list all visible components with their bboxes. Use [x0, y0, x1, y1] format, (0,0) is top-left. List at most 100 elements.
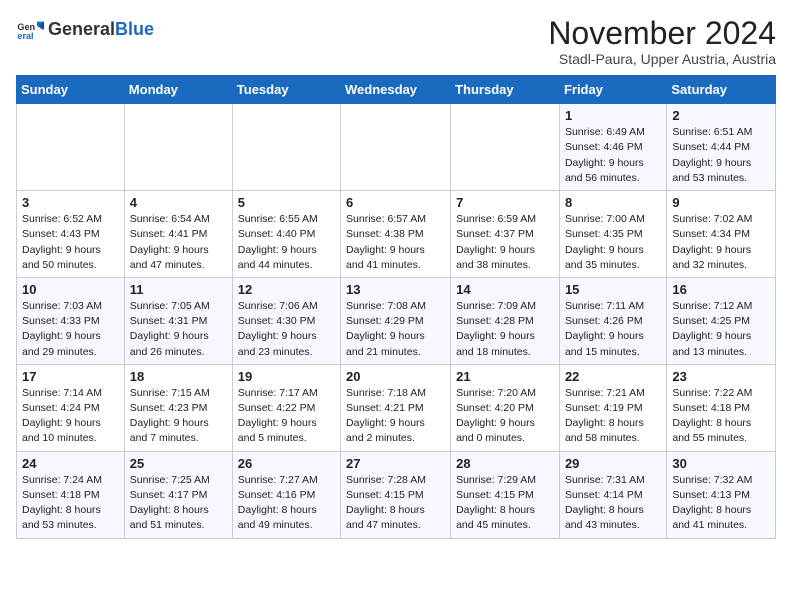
day-number: 10: [22, 282, 119, 297]
calendar-day-cell: 28 Sunrise: 7:29 AM Sunset: 4:15 PM Dayli…: [451, 451, 560, 538]
calendar-day-cell: 11 Sunrise: 7:05 AM Sunset: 4:31 PM Dayli…: [124, 277, 232, 364]
calendar-day-cell: [124, 104, 232, 191]
day-number: 3: [22, 195, 119, 210]
day-number: 13: [346, 282, 445, 297]
calendar-day-cell: 21 Sunrise: 7:20 AM Sunset: 4:20 PM Dayli…: [451, 364, 560, 451]
day-number: 7: [456, 195, 554, 210]
day-of-week-header: Saturday: [667, 76, 776, 104]
day-info: Sunrise: 7:22 AM Sunset: 4:18 PM Dayligh…: [672, 386, 770, 447]
day-info: Sunrise: 7:08 AM Sunset: 4:29 PM Dayligh…: [346, 299, 445, 360]
day-info: Sunrise: 7:32 AM Sunset: 4:13 PM Dayligh…: [672, 473, 770, 534]
day-info: Sunrise: 6:51 AM Sunset: 4:44 PM Dayligh…: [672, 125, 770, 186]
day-info: Sunrise: 6:52 AM Sunset: 4:43 PM Dayligh…: [22, 212, 119, 273]
day-info: Sunrise: 7:03 AM Sunset: 4:33 PM Dayligh…: [22, 299, 119, 360]
calendar-week-row: 17 Sunrise: 7:14 AM Sunset: 4:24 PM Dayli…: [17, 364, 776, 451]
calendar-day-cell: 9 Sunrise: 7:02 AM Sunset: 4:34 PM Daylig…: [667, 191, 776, 278]
calendar-day-cell: [17, 104, 125, 191]
calendar-day-cell: 30 Sunrise: 7:32 AM Sunset: 4:13 PM Dayli…: [667, 451, 776, 538]
day-info: Sunrise: 7:17 AM Sunset: 4:22 PM Dayligh…: [238, 386, 335, 447]
day-of-week-header: Friday: [559, 76, 666, 104]
day-info: Sunrise: 6:57 AM Sunset: 4:38 PM Dayligh…: [346, 212, 445, 273]
day-info: Sunrise: 7:00 AM Sunset: 4:35 PM Dayligh…: [565, 212, 661, 273]
day-number: 9: [672, 195, 770, 210]
day-info: Sunrise: 7:28 AM Sunset: 4:15 PM Dayligh…: [346, 473, 445, 534]
calendar-day-cell: 26 Sunrise: 7:27 AM Sunset: 4:16 PM Dayli…: [232, 451, 340, 538]
day-number: 24: [22, 456, 119, 471]
calendar-day-cell: 2 Sunrise: 6:51 AM Sunset: 4:44 PM Daylig…: [667, 104, 776, 191]
calendar-table: SundayMondayTuesdayWednesdayThursdayFrid…: [16, 75, 776, 538]
calendar-day-cell: [451, 104, 560, 191]
calendar-week-row: 3 Sunrise: 6:52 AM Sunset: 4:43 PM Daylig…: [17, 191, 776, 278]
day-info: Sunrise: 7:02 AM Sunset: 4:34 PM Dayligh…: [672, 212, 770, 273]
day-info: Sunrise: 6:54 AM Sunset: 4:41 PM Dayligh…: [130, 212, 227, 273]
calendar-day-cell: 16 Sunrise: 7:12 AM Sunset: 4:25 PM Dayli…: [667, 277, 776, 364]
day-of-week-header: Monday: [124, 76, 232, 104]
day-of-week-header: Tuesday: [232, 76, 340, 104]
day-info: Sunrise: 7:27 AM Sunset: 4:16 PM Dayligh…: [238, 473, 335, 534]
day-info: Sunrise: 7:31 AM Sunset: 4:14 PM Dayligh…: [565, 473, 661, 534]
day-info: Sunrise: 7:15 AM Sunset: 4:23 PM Dayligh…: [130, 386, 227, 447]
day-number: 30: [672, 456, 770, 471]
calendar-day-cell: 3 Sunrise: 6:52 AM Sunset: 4:43 PM Daylig…: [17, 191, 125, 278]
calendar-header-row: SundayMondayTuesdayWednesdayThursdayFrid…: [17, 76, 776, 104]
calendar-day-cell: 15Sunrise: 7:11 AM Sunset: 4:26 PM Dayli…: [559, 277, 666, 364]
calendar-day-cell: 1 Sunrise: 6:49 AM Sunset: 4:46 PM Daylig…: [559, 104, 666, 191]
day-number: 28: [456, 456, 554, 471]
logo: Gen eral GeneralBlue: [16, 16, 154, 44]
day-info: Sunrise: 7:09 AM Sunset: 4:28 PM Dayligh…: [456, 299, 554, 360]
day-number: 20: [346, 369, 445, 384]
day-info: Sunrise: 6:55 AM Sunset: 4:40 PM Dayligh…: [238, 212, 335, 273]
calendar-week-row: 24 Sunrise: 7:24 AM Sunset: 4:18 PM Dayli…: [17, 451, 776, 538]
day-number: 15: [565, 282, 661, 297]
day-number: 6: [346, 195, 445, 210]
day-info: Sunrise: 6:59 AM Sunset: 4:37 PM Dayligh…: [456, 212, 554, 273]
calendar-day-cell: 29 Sunrise: 7:31 AM Sunset: 4:14 PM Dayli…: [559, 451, 666, 538]
day-number: 19: [238, 369, 335, 384]
day-number: 27: [346, 456, 445, 471]
calendar-day-cell: 18 Sunrise: 7:15 AM Sunset: 4:23 PM Dayli…: [124, 364, 232, 451]
calendar-day-cell: 13 Sunrise: 7:08 AM Sunset: 4:29 PM Dayli…: [341, 277, 451, 364]
day-info: Sunrise: 7:12 AM Sunset: 4:25 PM Dayligh…: [672, 299, 770, 360]
day-number: 17: [22, 369, 119, 384]
calendar-day-cell: 23 Sunrise: 7:22 AM Sunset: 4:18 PM Dayli…: [667, 364, 776, 451]
calendar-day-cell: 17 Sunrise: 7:14 AM Sunset: 4:24 PM Dayli…: [17, 364, 125, 451]
day-number: 22: [565, 369, 661, 384]
calendar-day-cell: 19 Sunrise: 7:17 AM Sunset: 4:22 PM Dayli…: [232, 364, 340, 451]
logo-blue-text: Blue: [115, 19, 154, 39]
calendar-day-cell: 22 Sunrise: 7:21 AM Sunset: 4:19 PM Dayli…: [559, 364, 666, 451]
day-number: 25: [130, 456, 227, 471]
day-info: Sunrise: 7:06 AM Sunset: 4:30 PM Dayligh…: [238, 299, 335, 360]
title-block: November 2024 Stadl-Paura, Upper Austria…: [548, 16, 776, 67]
calendar-week-row: 1 Sunrise: 6:49 AM Sunset: 4:46 PM Daylig…: [17, 104, 776, 191]
day-number: 14: [456, 282, 554, 297]
day-number: 16: [672, 282, 770, 297]
day-number: 5: [238, 195, 335, 210]
day-number: 21: [456, 369, 554, 384]
calendar-day-cell: 7 Sunrise: 6:59 AM Sunset: 4:37 PM Daylig…: [451, 191, 560, 278]
svg-text:eral: eral: [17, 31, 33, 41]
logo-general-text: General: [48, 19, 115, 39]
location-text: Stadl-Paura, Upper Austria, Austria: [548, 51, 776, 67]
day-info: Sunrise: 7:20 AM Sunset: 4:20 PM Dayligh…: [456, 386, 554, 447]
calendar-day-cell: 6 Sunrise: 6:57 AM Sunset: 4:38 PM Daylig…: [341, 191, 451, 278]
day-number: 26: [238, 456, 335, 471]
day-info: Sunrise: 7:18 AM Sunset: 4:21 PM Dayligh…: [346, 386, 445, 447]
calendar-week-row: 10 Sunrise: 7:03 AM Sunset: 4:33 PM Dayli…: [17, 277, 776, 364]
day-number: 29: [565, 456, 661, 471]
day-number: 11: [130, 282, 227, 297]
calendar-day-cell: 27 Sunrise: 7:28 AM Sunset: 4:15 PM Dayli…: [341, 451, 451, 538]
calendar-day-cell: 8Sunrise: 7:00 AM Sunset: 4:35 PM Daylig…: [559, 191, 666, 278]
day-number: 2: [672, 108, 770, 123]
day-info: Sunrise: 7:05 AM Sunset: 4:31 PM Dayligh…: [130, 299, 227, 360]
day-info: Sunrise: 7:21 AM Sunset: 4:19 PM Dayligh…: [565, 386, 661, 447]
day-number: 18: [130, 369, 227, 384]
day-info: Sunrise: 6:49 AM Sunset: 4:46 PM Dayligh…: [565, 125, 661, 186]
day-info: Sunrise: 7:29 AM Sunset: 4:15 PM Dayligh…: [456, 473, 554, 534]
day-number: 12: [238, 282, 335, 297]
calendar-day-cell: 5 Sunrise: 6:55 AM Sunset: 4:40 PM Daylig…: [232, 191, 340, 278]
day-number: 4: [130, 195, 227, 210]
day-number: 23: [672, 369, 770, 384]
day-info: Sunrise: 7:24 AM Sunset: 4:18 PM Dayligh…: [22, 473, 119, 534]
day-number: 1: [565, 108, 661, 123]
day-info: Sunrise: 7:14 AM Sunset: 4:24 PM Dayligh…: [22, 386, 119, 447]
